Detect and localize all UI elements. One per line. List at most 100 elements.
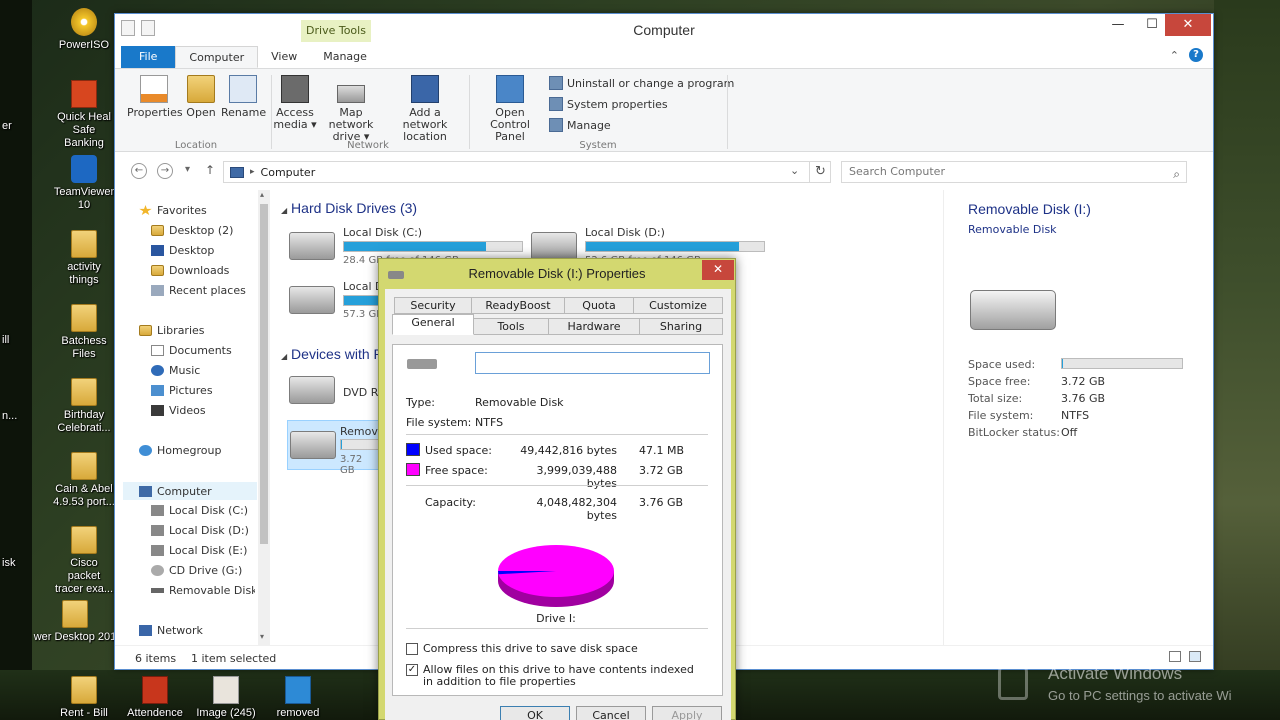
- nav-libraries[interactable]: Libraries: [139, 324, 205, 337]
- compress-checkbox-box[interactable]: [406, 643, 418, 655]
- index-checkbox[interactable]: ✓ Allow files on this drive to have cont…: [406, 664, 706, 688]
- manage-button[interactable]: Manage: [549, 118, 611, 132]
- cancel-button[interactable]: Cancel: [576, 706, 646, 720]
- expand-ribbon-icon[interactable]: ⌃: [1170, 49, 1179, 62]
- properties-button[interactable]: Properties: [127, 75, 183, 119]
- forward-button[interactable]: →: [157, 163, 173, 179]
- index-checkbox-box[interactable]: ✓: [406, 664, 418, 676]
- teamviewer-icon: [71, 155, 97, 183]
- desktop-fragment: er: [2, 120, 12, 132]
- apply-button[interactable]: Apply: [652, 706, 722, 720]
- address-dropdown[interactable]: ⌄: [790, 164, 799, 177]
- minimize-button[interactable]: —: [1101, 14, 1135, 36]
- tab-manage[interactable]: Manage: [310, 46, 380, 68]
- details-label: BitLocker status:: [968, 426, 1060, 439]
- desktop-icon-quick-heal[interactable]: Quick Heal Safe Banking: [53, 80, 115, 150]
- access-media-button[interactable]: Access media ▾: [273, 75, 317, 131]
- desktop-icon-poweriso[interactable]: PowerISO: [53, 8, 115, 52]
- nav-homegroup[interactable]: Homegroup: [139, 444, 221, 457]
- hard-disk-section-header[interactable]: ◢ Hard Disk Drives (3): [281, 200, 417, 216]
- rename-button[interactable]: Rename: [221, 75, 266, 119]
- nav-local-disk-c[interactable]: Local Disk (C:): [151, 504, 248, 517]
- ok-button[interactable]: OK: [500, 706, 570, 720]
- desktop-icon-attendence[interactable]: Attendence: [124, 676, 186, 720]
- devices-section-header[interactable]: ◢ Devices with R: [281, 346, 384, 362]
- drive-tile-removable[interactable]: Remova 3.72 GB: [287, 420, 385, 476]
- nav-desktop-2[interactable]: Desktop (2): [151, 224, 233, 237]
- nav-network[interactable]: Network: [139, 624, 203, 637]
- desktop-icon-cisco-packet-tracer[interactable]: Cisco packet tracer exa...: [53, 526, 115, 596]
- nav-computer[interactable]: Computer: [123, 482, 257, 500]
- disk-usage-pie: [498, 545, 614, 607]
- close-button[interactable]: ✕: [1165, 14, 1211, 36]
- desktop-icon-teamviewer[interactable]: TeamViewer 10: [53, 155, 115, 212]
- nav-removable-disk[interactable]: Removable Disk (: [151, 584, 255, 597]
- open-button[interactable]: Open: [183, 75, 219, 119]
- scroll-thumb[interactable]: [260, 204, 268, 544]
- space-used-bar: [1061, 358, 1183, 369]
- open-control-panel-button[interactable]: Open Control Panel: [475, 75, 545, 143]
- desktop-icon-cain-abel[interactable]: Cain & Abel 4.9.53 port...: [53, 452, 115, 509]
- cd-drive-icon: [151, 565, 164, 576]
- divider: [406, 485, 708, 486]
- system-properties-button[interactable]: System properties: [549, 97, 668, 111]
- up-button[interactable]: ↑: [205, 163, 215, 177]
- tab-tools[interactable]: Tools: [473, 318, 549, 335]
- desktop-icon-image-245[interactable]: Image (245): [195, 676, 257, 720]
- nav-favorites[interactable]: Favorites: [139, 204, 207, 217]
- tab-quota[interactable]: Quota: [564, 297, 634, 314]
- tab-customize[interactable]: Customize: [633, 297, 723, 314]
- nav-documents[interactable]: Documents: [151, 344, 232, 357]
- drive-usage-bar: [585, 241, 765, 252]
- recent-locations-button[interactable]: ▾: [185, 164, 190, 175]
- desktop-icon-activity-things[interactable]: activity things: [53, 230, 115, 287]
- tiles-view-icon[interactable]: [1189, 651, 1201, 662]
- address-bar[interactable]: ▸ Computer ⌄: [223, 161, 831, 183]
- scroll-up-arrow[interactable]: ▴: [260, 190, 264, 199]
- desktop-icon-birthday[interactable]: Birthday Celebrati...: [53, 378, 115, 435]
- refresh-button[interactable]: ↻: [809, 161, 831, 183]
- nav-desktop[interactable]: Desktop: [151, 244, 214, 257]
- dialog-title[interactable]: Removable Disk (I:) Properties: [379, 266, 735, 281]
- drive-icon: [531, 232, 577, 260]
- nav-music[interactable]: Music: [151, 364, 200, 377]
- usb-drive-icon: [290, 431, 336, 459]
- search-input[interactable]: Search Computer ⌕: [841, 161, 1187, 183]
- dialog-close-button[interactable]: ✕: [702, 260, 734, 280]
- compress-checkbox[interactable]: Compress this drive to save disk space: [406, 643, 638, 655]
- tab-sharing[interactable]: Sharing: [639, 318, 723, 335]
- title-bar[interactable]: Drive Tools Computer — ☐ ✕: [115, 14, 1213, 44]
- back-button[interactable]: ←: [131, 163, 147, 179]
- details-view-icon[interactable]: [1169, 651, 1181, 662]
- nav-pictures[interactable]: Pictures: [151, 384, 213, 397]
- tab-general[interactable]: General: [392, 314, 474, 335]
- desktop-icon-rent-bill[interactable]: Rent - Bill: [53, 676, 115, 720]
- tab-computer[interactable]: Computer: [175, 46, 259, 68]
- nav-cd-drive-g[interactable]: CD Drive (G:): [151, 564, 242, 577]
- disc-icon: [71, 8, 97, 36]
- tab-view[interactable]: View: [258, 46, 310, 68]
- tab-file[interactable]: File: [121, 46, 176, 68]
- desktop-right-strip: [1214, 0, 1280, 720]
- uninstall-program-button[interactable]: Uninstall or change a program: [549, 76, 734, 90]
- drive-label-input[interactable]: [475, 352, 710, 374]
- maximize-button[interactable]: ☐: [1135, 14, 1169, 36]
- tab-readyboost[interactable]: ReadyBoost: [471, 297, 565, 314]
- map-network-drive-button[interactable]: Map network drive ▾: [317, 75, 385, 143]
- recent-places-icon: [151, 285, 164, 296]
- desktop-icon-removed[interactable]: removed: [267, 676, 329, 720]
- desktop-icon-batchess-files[interactable]: Batchess Files: [53, 304, 115, 361]
- add-network-location-button[interactable]: Add a network location: [387, 75, 463, 143]
- scroll-down-arrow[interactable]: ▾: [260, 632, 264, 641]
- help-icon[interactable]: ?: [1189, 48, 1203, 62]
- nav-local-disk-d[interactable]: Local Disk (D:): [151, 524, 249, 537]
- desktop-fragment: ill: [2, 334, 10, 346]
- tab-hardware[interactable]: Hardware: [548, 318, 640, 335]
- desktop-icon-power-desktop[interactable]: wer Desktop 201: [30, 600, 120, 644]
- nav-videos[interactable]: Videos: [151, 404, 206, 417]
- nav-downloads[interactable]: Downloads: [151, 264, 229, 277]
- nav-scrollbar[interactable]: ▴ ▾: [258, 190, 270, 645]
- nav-local-disk-e[interactable]: Local Disk (E:): [151, 544, 247, 557]
- tab-security[interactable]: Security: [394, 297, 472, 314]
- nav-recent-places[interactable]: Recent places: [151, 284, 246, 297]
